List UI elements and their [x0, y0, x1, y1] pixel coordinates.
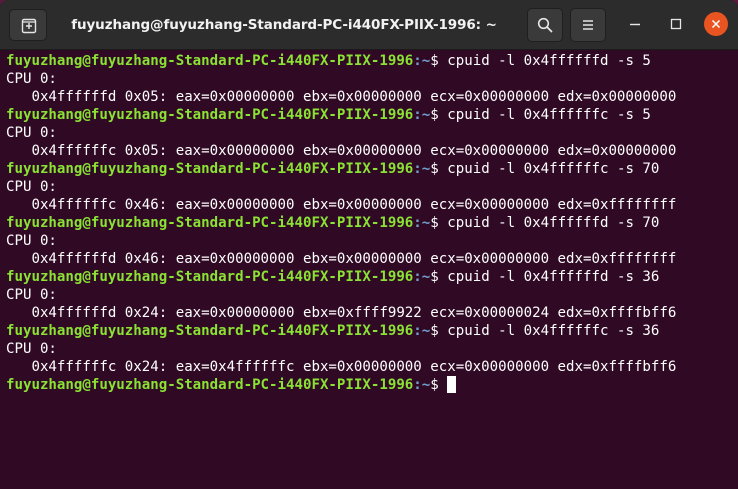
output-line: CPU 0:: [6, 341, 57, 357]
new-tab-icon: [21, 18, 37, 34]
minimize-icon: [630, 23, 640, 26]
prompt-user-host: fuyuzhang@fuyuzhang-Standard-PC-i440FX-P…: [6, 377, 414, 393]
output-line: CPU 0:: [6, 125, 57, 141]
prompt-user-host: fuyuzhang@fuyuzhang-Standard-PC-i440FX-P…: [6, 269, 414, 285]
close-icon: [711, 19, 721, 29]
hamburger-menu-icon: [583, 20, 593, 30]
prompt-user-host: fuyuzhang@fuyuzhang-Standard-PC-i440FX-P…: [6, 215, 414, 231]
command-line: fuyuzhang@fuyuzhang-Standard-PC-i440FX-P…: [6, 214, 738, 232]
output-line: CPU 0:: [6, 179, 57, 195]
prompt-path: :~: [413, 323, 431, 339]
prompt-path: :~: [413, 161, 431, 177]
command-text: cpuid -l 0x4ffffffc -s 5: [447, 107, 651, 123]
command-line: fuyuzhang@fuyuzhang-Standard-PC-i440FX-P…: [6, 322, 738, 340]
minimize-button[interactable]: [623, 12, 647, 36]
search-icon: [537, 17, 553, 33]
prompt-symbol: $: [430, 215, 448, 231]
command-text: cpuid -l 0x4ffffffc -s 36: [447, 323, 660, 339]
output-line: 0x4ffffffd 0x24: eax=0x00000000 ebx=0xff…: [6, 305, 677, 321]
prompt-user-host: fuyuzhang@fuyuzhang-Standard-PC-i440FX-P…: [6, 323, 414, 339]
terminal-window: fuyuzhang@fuyuzhang-Standard-PC-i440FX-P…: [0, 0, 738, 489]
prompt-path: :~: [413, 269, 431, 285]
text-cursor: [447, 376, 457, 393]
output-line: CPU 0:: [6, 71, 57, 87]
command-text: cpuid -l 0x4ffffffc -s 70: [447, 161, 660, 177]
window-title: fuyuzhang@fuyuzhang-Standard-PC-i440FX-P…: [71, 17, 497, 33]
prompt-path: :~: [413, 53, 431, 69]
title-bar[interactable]: fuyuzhang@fuyuzhang-Standard-PC-i440FX-P…: [0, 0, 738, 50]
new-tab-button[interactable]: [9, 9, 47, 41]
prompt-path: :~: [413, 215, 431, 231]
output-line: 0x4ffffffc 0x46: eax=0x00000000 ebx=0x00…: [6, 197, 677, 213]
output-line: 0x4ffffffc 0x24: eax=0x4ffffffc ebx=0x00…: [6, 359, 677, 375]
maximize-button[interactable]: [664, 12, 688, 36]
output-line: CPU 0:: [6, 287, 57, 303]
prompt-path: :~: [413, 377, 431, 393]
prompt-user-host: fuyuzhang@fuyuzhang-Standard-PC-i440FX-P…: [6, 53, 414, 69]
command-line: fuyuzhang@fuyuzhang-Standard-PC-i440FX-P…: [6, 106, 738, 124]
prompt-user-host: fuyuzhang@fuyuzhang-Standard-PC-i440FX-P…: [6, 161, 414, 177]
search-button[interactable]: [527, 8, 563, 42]
output-line: 0x4ffffffd 0x46: eax=0x00000000 ebx=0x00…: [6, 251, 677, 267]
maximize-icon: [670, 18, 682, 30]
command-text: cpuid -l 0x4ffffffd -s 5: [447, 53, 651, 69]
command-text: cpuid -l 0x4ffffffd -s 70: [447, 215, 660, 231]
command-line: fuyuzhang@fuyuzhang-Standard-PC-i440FX-P…: [6, 160, 738, 178]
command-line: fuyuzhang@fuyuzhang-Standard-PC-i440FX-P…: [6, 268, 738, 286]
close-button[interactable]: [704, 12, 728, 36]
command-text: cpuid -l 0x4ffffffd -s 36: [447, 269, 660, 285]
command-line: fuyuzhang@fuyuzhang-Standard-PC-i440FX-P…: [6, 52, 738, 70]
output-line: CPU 0:: [6, 233, 57, 249]
prompt-symbol: $: [430, 269, 448, 285]
prompt-user-host: fuyuzhang@fuyuzhang-Standard-PC-i440FX-P…: [6, 107, 414, 123]
prompt-symbol: $: [430, 161, 448, 177]
prompt-symbol: $: [430, 323, 448, 339]
prompt-symbol: $: [430, 377, 448, 393]
current-prompt-line: fuyuzhang@fuyuzhang-Standard-PC-i440FX-P…: [6, 376, 738, 394]
prompt-path: :~: [413, 107, 431, 123]
output-line: 0x4ffffffc 0x05: eax=0x00000000 ebx=0x00…: [6, 143, 677, 159]
prompt-symbol: $: [430, 53, 448, 69]
prompt-symbol: $: [430, 107, 448, 123]
menu-button[interactable]: [570, 8, 606, 42]
output-line: 0x4ffffffd 0x05: eax=0x00000000 ebx=0x00…: [6, 89, 677, 105]
terminal-output[interactable]: fuyuzhang@fuyuzhang-Standard-PC-i440FX-P…: [0, 50, 738, 489]
